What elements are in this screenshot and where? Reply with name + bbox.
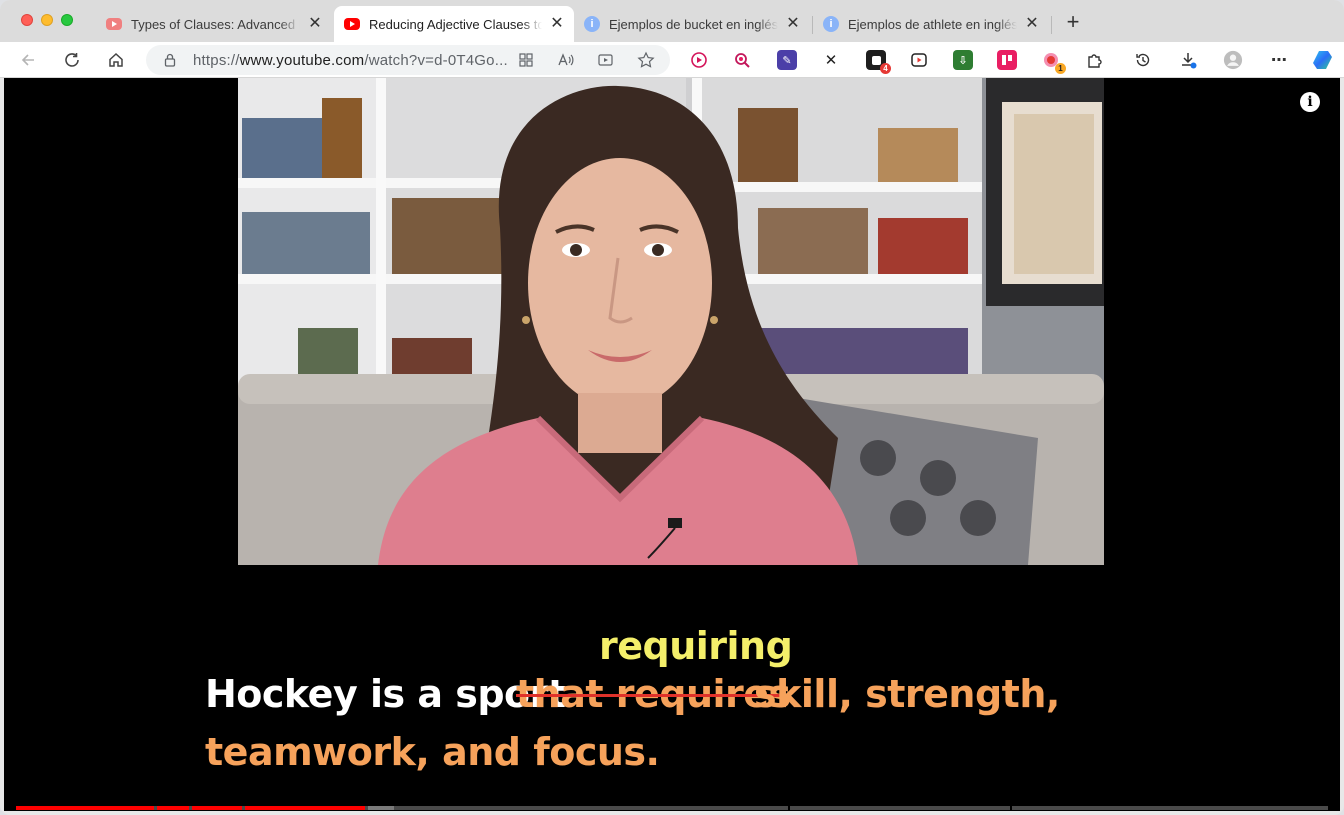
download-extension-icon[interactable]: ⇩: [953, 50, 973, 70]
close-window-button[interactable]: [21, 14, 33, 26]
tab-title: Reducing Adjective Clauses to: [369, 16, 542, 32]
progress-buffered-segment: [368, 806, 394, 810]
url-text[interactable]: https://www.youtube.com/watch?v=d-0T4Go.…: [193, 52, 508, 69]
apps-icon[interactable]: [516, 50, 536, 70]
info-icon: i: [584, 16, 600, 32]
back-button[interactable]: [16, 48, 40, 72]
youtube-extension-icon[interactable]: [689, 50, 709, 70]
video-scene: [238, 78, 1104, 565]
browser-toolbar: https://www.youtube.com/watch?v=d-0T4Go.…: [0, 42, 1344, 78]
lock-icon: [164, 53, 176, 67]
record-extension-icon[interactable]: 1: [1041, 50, 1066, 74]
close-icon[interactable]: ✕: [784, 15, 802, 33]
caption-line1-end: skill, strength,: [754, 672, 1060, 716]
extension-badge-count: 1: [1055, 63, 1066, 74]
notes-extension-icon[interactable]: ✎: [777, 50, 797, 70]
video-progress-bar[interactable]: [16, 806, 1328, 810]
cross-arrows-extension-icon[interactable]: ✕: [821, 50, 841, 70]
video-extension-icon[interactable]: [909, 50, 929, 70]
caption-line1-start: Hockey is a sport: [205, 672, 566, 716]
url-scheme: https://: [193, 52, 240, 69]
tab-manager-extension-icon[interactable]: 4: [866, 50, 891, 74]
youtube-icon: [106, 18, 122, 30]
read-aloud-icon[interactable]: [556, 50, 576, 70]
close-icon[interactable]: ✕: [1023, 15, 1041, 33]
home-button[interactable]: [104, 48, 128, 72]
tab-types-of-clauses[interactable]: Types of Clauses: Advanced English ✕: [96, 6, 332, 42]
url-host: www.youtube.com: [239, 52, 365, 69]
caption-replacement-word: requiring: [599, 624, 793, 668]
history-icon[interactable]: [1133, 50, 1153, 70]
tab-strip: Types of Clauses: Advanced English ✕ Red…: [0, 0, 1344, 42]
minimize-window-button[interactable]: [41, 14, 53, 26]
close-icon[interactable]: ✕: [306, 15, 324, 33]
tab-ejemplos-bucket[interactable]: i Ejemplos de bucket en inglés | ✕: [574, 6, 810, 42]
video-info-button[interactable]: i: [1300, 92, 1320, 112]
favorite-star-icon[interactable]: [636, 50, 656, 70]
arrow-left-icon: [21, 54, 34, 66]
home-icon: [109, 52, 123, 67]
extension-badge-count: 4: [880, 63, 891, 74]
url-path: /watch?v=d-0T4Go...: [364, 52, 508, 69]
extensions-puzzle-icon[interactable]: [1085, 50, 1105, 70]
tab-title: Ejemplos de athlete en inglés |: [848, 16, 1017, 32]
app-available-icon[interactable]: [596, 50, 616, 70]
tab-separator: [1051, 16, 1052, 34]
more-options-icon[interactable]: ⋯: [1269, 50, 1289, 70]
caption-struck-phrase: that requires: [516, 672, 791, 716]
tab-reducing-adjective-clauses[interactable]: Reducing Adjective Clauses to ✕: [334, 6, 574, 42]
tab-ejemplos-athlete[interactable]: i Ejemplos de athlete en inglés | ✕: [813, 6, 1049, 42]
downloads-icon[interactable]: [1178, 50, 1198, 70]
new-tab-button[interactable]: +: [1062, 11, 1084, 34]
video-frame[interactable]: [238, 78, 1104, 565]
tab-title: Ejemplos de bucket en inglés |: [609, 16, 778, 32]
browser-window: Types of Clauses: Advanced English ✕ Red…: [0, 0, 1344, 815]
progress-played-segment: [16, 806, 154, 810]
chapter-divider: [1010, 806, 1012, 810]
trello-extension-icon[interactable]: [997, 50, 1017, 70]
youtube-icon: [344, 18, 360, 30]
progress-played-segment: [157, 806, 189, 810]
reload-button[interactable]: [60, 48, 84, 72]
search-extension-icon[interactable]: [732, 50, 752, 70]
copilot-icon[interactable]: [1311, 48, 1335, 72]
tab-title: Types of Clauses: Advanced English: [131, 16, 300, 32]
close-icon[interactable]: ✕: [548, 15, 566, 33]
reload-icon: [65, 53, 79, 67]
caption-line2: teamwork, and focus.: [205, 730, 660, 774]
profile-avatar-icon[interactable]: [1223, 50, 1243, 70]
progress-played-segment: [192, 806, 242, 810]
maximize-window-button[interactable]: [61, 14, 73, 26]
video-player[interactable]: i requiring Hockey is a sport that requi…: [4, 78, 1340, 811]
info-icon: i: [823, 16, 839, 32]
progress-played-segment: [245, 806, 365, 810]
chapter-divider: [788, 806, 790, 810]
address-bar[interactable]: https://www.youtube.com/watch?v=d-0T4Go.…: [146, 45, 670, 75]
